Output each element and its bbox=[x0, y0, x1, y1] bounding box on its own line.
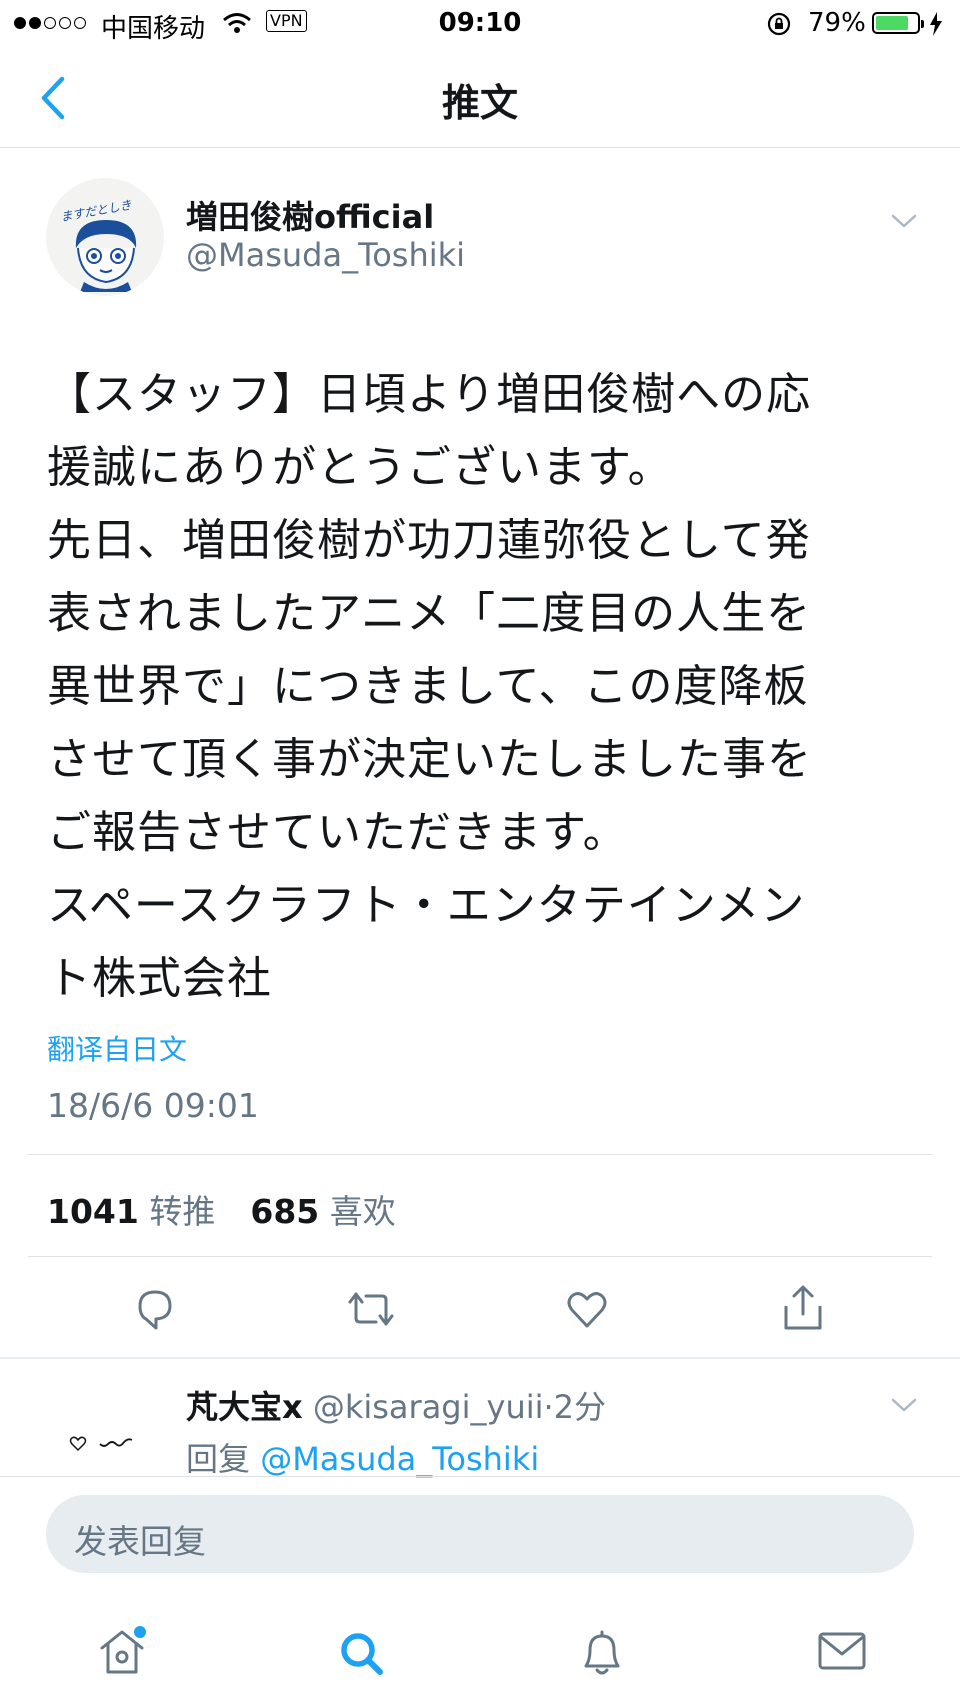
tweet-line: させて頂く事が決定いたしました事を bbox=[47, 734, 812, 785]
divider bbox=[0, 1357, 960, 1359]
reply-prefix: 回复 bbox=[186, 1440, 251, 1478]
tweet-line: スペースクラフト・エンタテインメン bbox=[47, 880, 806, 931]
battery-percent: 79% bbox=[808, 8, 866, 38]
tweet-line: 異世界で」につきまして、この度降板 bbox=[47, 661, 809, 712]
page-title: 推文 bbox=[441, 81, 518, 125]
retweet-icon[interactable] bbox=[344, 1288, 398, 1330]
battery-icon bbox=[872, 12, 924, 34]
notifications-bell-icon[interactable] bbox=[576, 1626, 628, 1680]
search-icon[interactable] bbox=[336, 1628, 388, 1680]
tweet-line: 【スタッフ】日頃より増田俊樹への応 bbox=[47, 369, 812, 420]
tweet-timestamp: 18/6/6 09:01 bbox=[47, 1086, 259, 1125]
reply-author-name[interactable]: 芃大宝x bbox=[186, 1388, 303, 1426]
reply-target-link[interactable]: @Masuda_Toshiki bbox=[260, 1440, 539, 1478]
like-count[interactable]: 685 bbox=[250, 1192, 319, 1231]
reply-chevron-down-icon[interactable] bbox=[890, 1396, 918, 1414]
tweet-line: 表されましたアニメ「二度目の人生を bbox=[47, 588, 812, 639]
header-divider bbox=[0, 147, 960, 148]
charging-bolt-icon bbox=[930, 12, 942, 36]
rotation-lock-icon bbox=[767, 12, 791, 36]
reply-author-handle[interactable]: @kisaragi_yuii bbox=[313, 1388, 544, 1426]
like-heart-icon[interactable] bbox=[564, 1286, 610, 1332]
translate-link[interactable]: 翻译自日文 bbox=[47, 1028, 187, 1068]
reply-avatar-doodle-icon[interactable] bbox=[66, 1430, 138, 1458]
messages-envelope-icon[interactable] bbox=[816, 1630, 868, 1674]
like-label[interactable]: 喜欢 bbox=[330, 1192, 396, 1231]
tab-bar bbox=[0, 1604, 960, 1707]
divider bbox=[28, 1154, 932, 1155]
author-handle[interactable]: @Masuda_Toshiki bbox=[186, 236, 465, 274]
reply-icon[interactable] bbox=[132, 1286, 178, 1332]
tweet-line: 先日、増田俊樹が功刀蓮弥役として発 bbox=[47, 515, 811, 566]
share-icon[interactable] bbox=[780, 1284, 826, 1332]
compose-placeholder: 发表回复 bbox=[74, 1522, 206, 1561]
tweet-line: ト株式会社 bbox=[47, 953, 272, 1004]
replying-to: 回复 @Masuda_Toshiki bbox=[186, 1434, 539, 1480]
divider bbox=[0, 1476, 960, 1477]
reply-header: 芃大宝x @kisaragi_yuii·2分 bbox=[186, 1382, 606, 1428]
retweet-count[interactable]: 1041 bbox=[47, 1192, 139, 1231]
chevron-down-icon[interactable] bbox=[890, 212, 918, 230]
author-avatar[interactable]: ますだとしき bbox=[46, 178, 164, 296]
home-icon[interactable] bbox=[96, 1626, 148, 1678]
tweet-line: 援誠にありがとうございます。 bbox=[47, 442, 673, 493]
retweet-label[interactable]: 转推 bbox=[149, 1192, 215, 1231]
reply-time: ·2分 bbox=[543, 1388, 607, 1426]
divider bbox=[28, 1256, 932, 1257]
avatar-face-icon bbox=[75, 220, 137, 292]
status-bar: 中国移动 VPN 09:10 79% bbox=[0, 0, 960, 48]
tweet-text: 【スタッフ】日頃より増田俊樹への応 援誠にありがとうございます。 先日、増田俊樹… bbox=[47, 358, 927, 1015]
author-name[interactable]: 増田俊樹official bbox=[186, 192, 434, 238]
tweet-line: ご報告させていただきます。 bbox=[47, 807, 628, 858]
engagement-counts: 1041 转推 685 喜欢 bbox=[47, 1185, 396, 1233]
reply-compose-input[interactable]: 发表回复 bbox=[46, 1495, 914, 1573]
